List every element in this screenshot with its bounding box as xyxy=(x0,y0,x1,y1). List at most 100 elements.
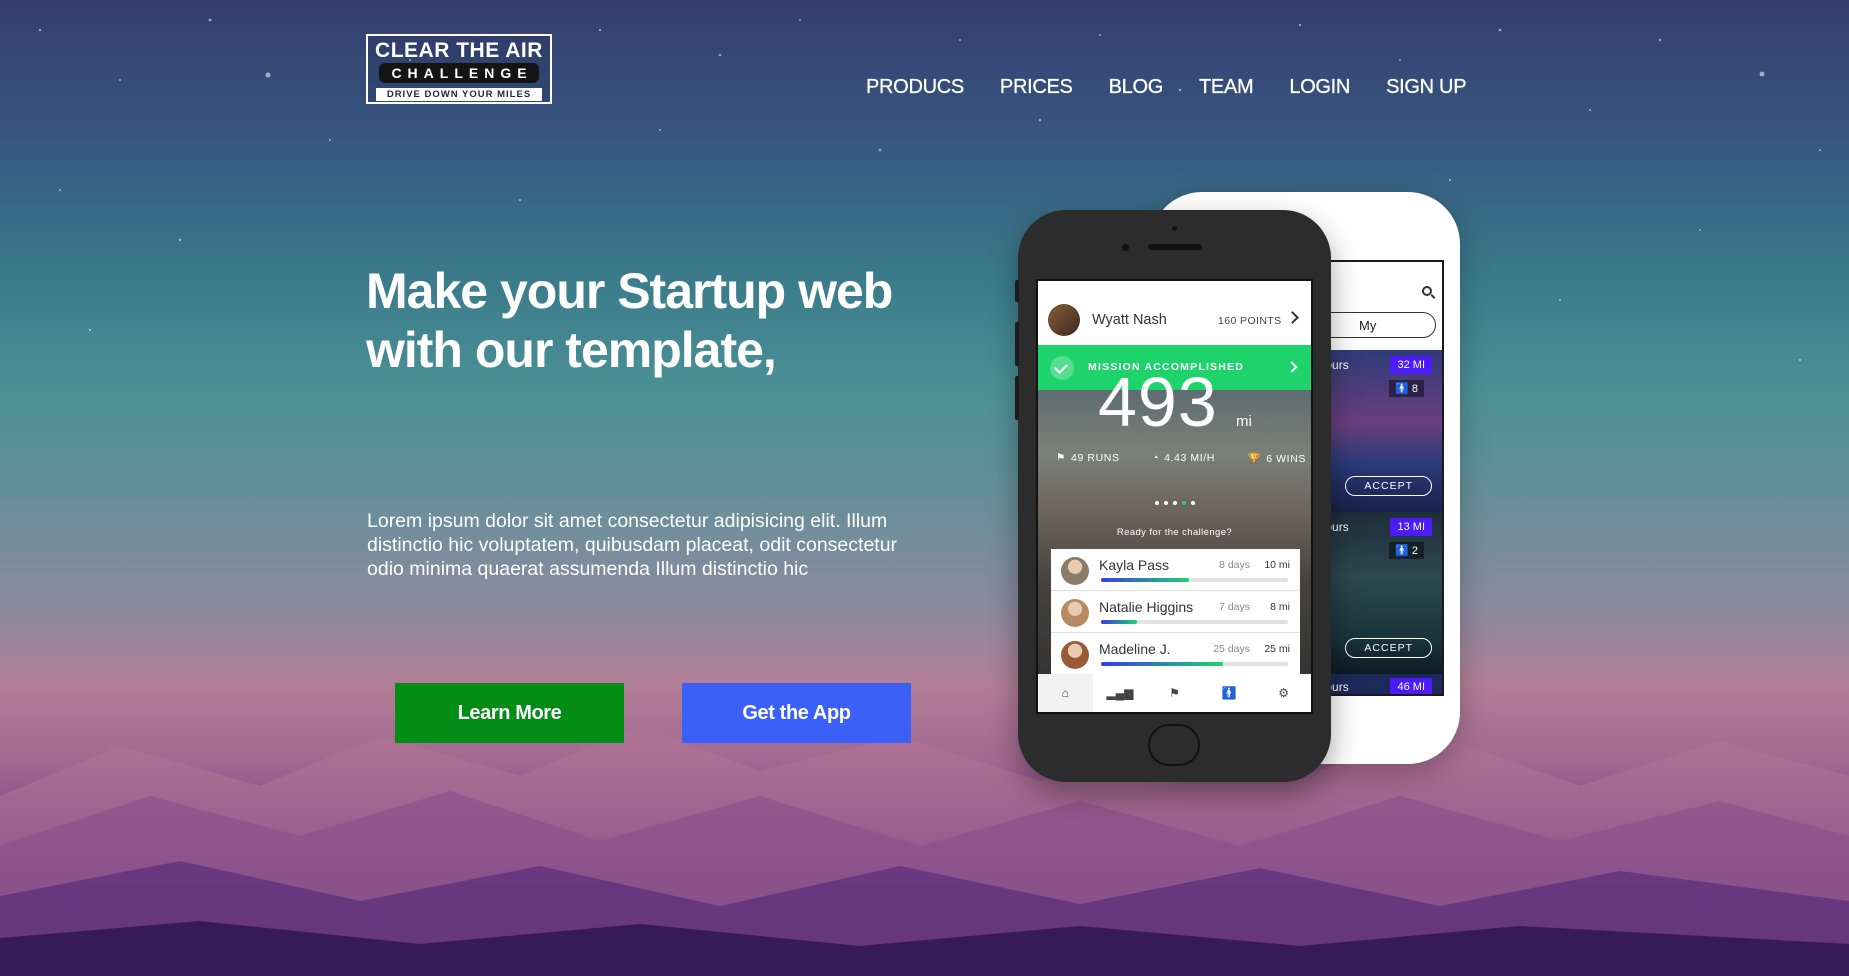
nav-link-prices[interactable]: PRICES xyxy=(1000,76,1073,99)
card-miles-badge: 46 MI xyxy=(1390,678,1432,694)
hero-description-line3: odio minima quaerat assumenda Illum dist… xyxy=(367,558,809,580)
hero-description-line2: distinctio hic voluptatem, quibusdam pla… xyxy=(367,534,898,556)
avatar xyxy=(1061,557,1089,585)
list-item[interactable]: Natalie Higgins 7 days 8 mi xyxy=(1051,591,1300,633)
list-item-miles: 8 mi xyxy=(1270,601,1290,613)
low-poly-mountains xyxy=(0,726,1849,976)
hero-headline-line1: Make your Startup web xyxy=(366,263,893,319)
side-button xyxy=(1015,376,1019,420)
progress-fill xyxy=(1101,620,1137,624)
person-icon: 🚹 xyxy=(1395,383,1412,395)
ready-prompt: Ready for the challenge? xyxy=(1116,527,1233,538)
hero-description: Lorem ipsum dolor sit amet consectetur a… xyxy=(367,509,937,581)
progress-bar xyxy=(1101,620,1288,624)
flag-icon: ⚑ xyxy=(1056,452,1067,464)
list-item-days: 8 days xyxy=(1219,559,1250,571)
phone-black-screen: Wyatt Nash 160 POINTS MISSION ACCOMPLISH… xyxy=(1036,279,1313,714)
speaker-grille xyxy=(1148,244,1202,250)
card-miles-badge: 13 MI xyxy=(1390,518,1432,536)
home-icon: ⌂ xyxy=(1061,686,1069,700)
stat-speed-value: 4.43 MI/H xyxy=(1164,452,1215,464)
progress-bar xyxy=(1101,578,1288,582)
logo-title: CLEAR THE AIR xyxy=(375,39,543,62)
segment-my[interactable]: My xyxy=(1359,318,1376,333)
list-item-name: Madeline J. xyxy=(1099,641,1171,657)
list-item-days: 25 days xyxy=(1213,643,1250,655)
page-dot xyxy=(1173,501,1177,505)
check-icon xyxy=(1050,356,1074,380)
side-button xyxy=(1015,280,1019,302)
chevron-right-icon xyxy=(1286,311,1299,324)
nav-link-blog[interactable]: BLOG xyxy=(1108,76,1163,99)
proximity-sensor xyxy=(1172,226,1177,231)
page-dot xyxy=(1155,501,1159,505)
progress-fill xyxy=(1101,662,1223,666)
flag-icon: ⚑ xyxy=(1169,686,1180,700)
hero-description-line1: Lorem ipsum dolor sit amet consectetur a… xyxy=(367,510,888,532)
person-icon: 🚹 xyxy=(1221,686,1237,700)
list-item[interactable]: Madeline J. 25 days 25 mi xyxy=(1051,633,1300,675)
card-participants: 🚹 8 xyxy=(1389,380,1424,397)
nav-link-signup[interactable]: SIGN UP xyxy=(1386,76,1467,99)
page-dot xyxy=(1191,501,1195,505)
stat-wins: 🏆 6 WINS xyxy=(1248,452,1306,465)
card-participants-count: 2 xyxy=(1411,545,1418,557)
card-miles-badge: 32 MI xyxy=(1390,356,1432,374)
nav-link-login[interactable]: LOGIN xyxy=(1289,76,1350,99)
stat-speed: ◔ 4.43 MI/H xyxy=(1152,452,1215,465)
logo-subtitle: CHALLENGE xyxy=(379,63,539,83)
camera-icon xyxy=(1122,244,1129,251)
brand-logo[interactable]: CLEAR THE AIR CHALLENGE DRIVE DOWN YOUR … xyxy=(366,34,552,104)
avatar xyxy=(1061,641,1089,669)
page-dot xyxy=(1164,501,1168,505)
progress-bar xyxy=(1101,662,1288,666)
stat-runs: ⚑ 49 RUNS xyxy=(1056,452,1120,465)
list-item-name: Kayla Pass xyxy=(1099,557,1170,573)
user-name: Wyatt Nash xyxy=(1092,312,1167,328)
stats-row: ⚑ 49 RUNS ◔ 4.43 MI/H 🏆 6 WINS xyxy=(1056,452,1306,465)
list-item-miles: 10 mi xyxy=(1264,559,1290,571)
list-item-miles: 25 mi xyxy=(1264,643,1290,655)
distance-unit: mi xyxy=(1236,413,1252,430)
list-item[interactable]: Kayla Pass 8 days 10 mi xyxy=(1051,549,1300,591)
hero-headline: Make your Startup web with our template, xyxy=(366,262,926,380)
tab-home[interactable]: ⌂ xyxy=(1038,674,1093,712)
tab-profile[interactable]: 🚹 xyxy=(1202,674,1257,712)
learn-more-button[interactable]: Learn More xyxy=(395,683,624,743)
person-icon: 🚹 xyxy=(1395,545,1412,557)
stat-wins-value: 6 WINS xyxy=(1266,453,1306,465)
tab-settings[interactable]: ⚙ xyxy=(1256,674,1311,712)
nav-link-products[interactable]: PRODUCS xyxy=(866,76,965,99)
get-the-app-button[interactable]: Get the App xyxy=(682,683,911,743)
tab-challenges[interactable]: ⚑ xyxy=(1147,674,1202,712)
leaderboard-list: Kayla Pass 8 days 10 mi Natalie Higgins … xyxy=(1051,549,1300,675)
user-points: 160 POINTS xyxy=(1218,315,1282,327)
tab-stats[interactable]: ▂▄▆ xyxy=(1093,674,1148,712)
list-item-days: 7 days xyxy=(1219,601,1250,613)
total-distance: 493 xyxy=(1098,363,1218,441)
trophy-icon: 🏆 xyxy=(1247,453,1262,465)
gear-icon: ⚙ xyxy=(1278,686,1290,700)
profile-header[interactable]: Wyatt Nash 160 POINTS xyxy=(1038,281,1311,345)
search-icon xyxy=(1422,286,1432,296)
home-button xyxy=(1148,724,1200,766)
stat-runs-value: 49 RUNS xyxy=(1071,452,1120,464)
accept-button[interactable]: ACCEPT xyxy=(1345,638,1432,658)
progress-fill xyxy=(1101,578,1189,582)
chevron-right-icon xyxy=(1286,361,1298,373)
stats-icon: ▂▄▆ xyxy=(1106,686,1134,700)
avatar xyxy=(1061,599,1089,627)
accept-button[interactable]: ACCEPT xyxy=(1345,476,1432,496)
card-participants: 🚹 2 xyxy=(1389,542,1424,559)
tab-bar: ⌂ ▂▄▆ ⚑ 🚹 ⚙ xyxy=(1038,674,1311,712)
speedometer-icon: ◔ xyxy=(1152,452,1160,464)
nav-link-team[interactable]: TEAM xyxy=(1199,76,1254,99)
page-dot-active xyxy=(1182,501,1186,505)
hero-headline-line2: with our template, xyxy=(366,322,777,378)
card-participants-count: 8 xyxy=(1411,383,1418,395)
page-indicator xyxy=(1155,501,1200,505)
logo-tagline: DRIVE DOWN YOUR MILES xyxy=(376,88,542,101)
side-button xyxy=(1015,322,1019,366)
list-item-name: Natalie Higgins xyxy=(1099,599,1194,615)
main-nav: PRODUCS PRICES BLOG TEAM LOGIN SIGN UP xyxy=(866,76,1467,99)
